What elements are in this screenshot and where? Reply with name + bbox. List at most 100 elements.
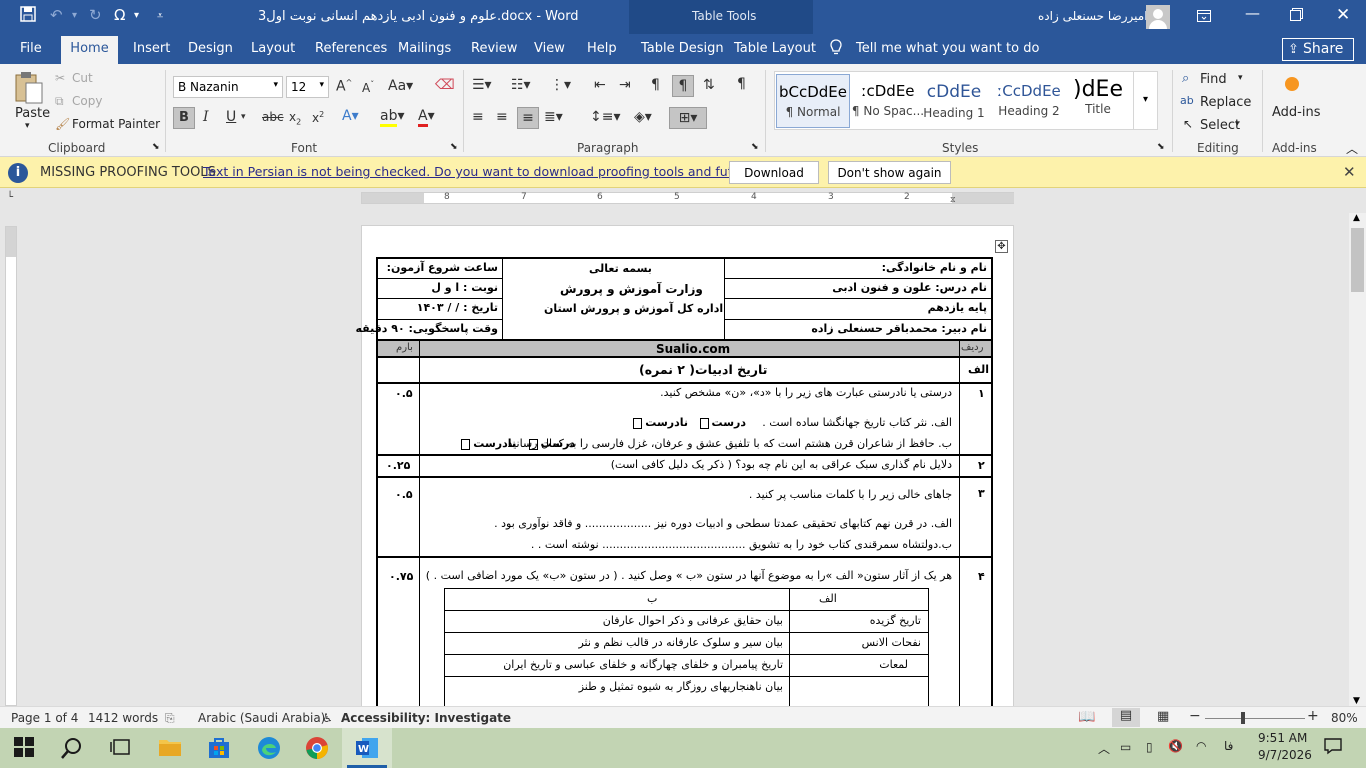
close-icon[interactable]: ✕ (1343, 163, 1356, 181)
align-left-icon[interactable]: ≡ (472, 109, 484, 125)
tab-help[interactable]: Help (587, 41, 617, 56)
clock-time[interactable]: 9:51 AM (1258, 731, 1307, 745)
close-window-icon[interactable]: ✕ (1336, 5, 1350, 25)
paste-button[interactable]: Paste (15, 106, 50, 121)
grow-font-icon[interactable]: A^ (336, 78, 352, 95)
file-explorer-icon[interactable] (158, 736, 182, 760)
underline-dropdown-icon[interactable]: ▾ (241, 112, 246, 122)
message-link[interactable]: Text in Persian is not being checked. Do… (203, 164, 814, 179)
checkbox[interactable] (528, 438, 538, 450)
print-layout-icon[interactable]: ▤ (1112, 708, 1140, 727)
find-dropdown-icon[interactable]: ▾ (1238, 73, 1243, 83)
ltr-direction-icon[interactable]: ¶ (651, 77, 660, 93)
show-formatting-marks-icon[interactable]: ¶ (737, 76, 746, 92)
font-name-combo[interactable]: B Nazanin ▾ (173, 76, 283, 98)
rtl-direction-icon[interactable]: ¶ (672, 75, 694, 97)
tab-references[interactable]: References (315, 41, 387, 56)
multilevel-list-icon[interactable]: ⋮▾ (550, 77, 571, 93)
windows-start-icon[interactable] (13, 736, 37, 760)
paste-icon[interactable] (14, 71, 44, 108)
clipboard-launcher-icon[interactable]: ⬊ (152, 142, 160, 152)
checkbox[interactable] (699, 417, 709, 429)
tab-design[interactable]: Design (188, 41, 233, 56)
network-device-icon[interactable]: ▭ (1120, 740, 1131, 754)
maximize-icon[interactable] (1290, 7, 1303, 25)
zoom-level[interactable]: 80% (1331, 711, 1358, 725)
zoom-out-icon[interactable]: − (1189, 708, 1201, 724)
tell-me-search[interactable]: Tell me what you want to do (856, 41, 1039, 56)
share-button[interactable]: ⇪ Share (1282, 38, 1354, 61)
save-icon[interactable] (20, 6, 36, 26)
text-effects-icon[interactable]: A▾ (342, 108, 359, 124)
notification-center-icon[interactable] (1324, 737, 1342, 758)
clear-formatting-icon[interactable]: ⌫ (435, 77, 455, 93)
style-heading-1[interactable]: cDdEe Heading 1 (916, 74, 992, 128)
undo-dropdown-icon[interactable]: ▾ (72, 10, 77, 21)
edge-browser-icon[interactable] (257, 736, 281, 760)
style-normal[interactable]: bCcDdEe ¶ Normal (776, 74, 850, 128)
document-page[interactable]: نام و نام خانوادگی: نام درس: علون و فنون… (355, 225, 1014, 727)
tab-layout[interactable]: Layout (251, 41, 295, 56)
read-mode-icon[interactable]: 📖 (1078, 709, 1095, 725)
page-count[interactable]: Page 1 of 4 (11, 711, 78, 725)
format-painter-button[interactable]: Format Painter (72, 117, 160, 131)
find-button[interactable]: Find (1200, 72, 1227, 87)
symbol-dropdown-icon[interactable]: ▾ (134, 10, 139, 21)
underline-icon[interactable]: U (226, 109, 236, 125)
font-launcher-icon[interactable]: ⬊ (450, 142, 458, 152)
accessibility-status[interactable]: Accessibility: Investigate (341, 711, 511, 725)
tab-table-layout[interactable]: Table Layout (734, 41, 816, 56)
bold-icon[interactable]: B (173, 107, 195, 129)
paragraph-launcher-icon[interactable]: ⬊ (751, 142, 759, 152)
shrink-font-icon[interactable]: Aˇ (362, 80, 374, 95)
avatar[interactable] (1146, 5, 1170, 29)
task-view-icon[interactable] (109, 736, 133, 760)
line-spacing-icon[interactable]: ↕≡▾ (590, 109, 621, 125)
clock-date[interactable]: 9/7/2026 (1258, 748, 1312, 762)
customize-quick-access-icon[interactable]: ⩡ (157, 9, 163, 23)
web-layout-icon[interactable]: ▦ (1157, 709, 1169, 724)
vertical-ruler[interactable] (5, 226, 17, 706)
cut-button[interactable]: Cut (72, 71, 93, 85)
indent-marker-icon[interactable]: ⧖ (950, 195, 956, 205)
style-title[interactable]: )dEe Title (1065, 74, 1131, 128)
increase-indent-icon[interactable]: ⇥ (619, 77, 631, 93)
undo-icon[interactable]: ↶ (50, 6, 63, 24)
align-right-icon[interactable]: ≡ (517, 107, 539, 129)
search-icon[interactable] (60, 736, 84, 760)
checkbox[interactable] (461, 438, 471, 450)
download-button[interactable]: Download (729, 161, 819, 184)
scrollbar-thumb[interactable] (1351, 228, 1364, 292)
select-dropdown-icon[interactable]: ▾ (1235, 119, 1240, 129)
subscript-icon[interactable]: x2 (289, 110, 301, 126)
collapse-ribbon-icon[interactable]: ︿ (1346, 140, 1358, 157)
replace-button[interactable]: Replace (1200, 95, 1251, 110)
font-color-icon[interactable]: A▾ (418, 108, 435, 127)
omega-symbol-icon[interactable]: Ω (114, 6, 125, 24)
styles-more-icon[interactable]: ▾ (1133, 72, 1157, 129)
strikethrough-icon[interactable]: abc (262, 110, 284, 124)
borders-icon[interactable]: ⊞▾ (669, 107, 707, 129)
align-center-icon[interactable]: ≡ (496, 109, 508, 125)
decrease-indent-icon[interactable]: ⇤ (594, 77, 606, 93)
addins-button[interactable]: Add-ins (1272, 105, 1320, 120)
show-hidden-icons-icon[interactable]: ︿ (1098, 740, 1110, 757)
paste-dropdown-icon[interactable]: ▾ (25, 121, 30, 131)
keyboard-language[interactable]: فا (1224, 739, 1233, 753)
tab-home[interactable]: Home (61, 36, 118, 64)
dont-show-again-button[interactable]: Don't show again (828, 161, 951, 184)
shading-icon[interactable]: ◈▾ (634, 109, 652, 125)
minimize-icon[interactable]: — (1245, 4, 1260, 22)
tab-insert[interactable]: Insert (133, 41, 170, 56)
table-move-handle-icon[interactable]: ✥ (995, 240, 1008, 253)
change-case-icon[interactable]: Aa▾ (388, 78, 413, 94)
horizontal-ruler[interactable]: 8 7 6 5 4 3 2 ⧖ (361, 192, 1014, 204)
font-size-combo[interactable]: 12 ▾ (286, 76, 329, 98)
copy-button[interactable]: Copy (72, 94, 102, 108)
tab-mailings[interactable]: Mailings (398, 41, 451, 56)
volume-muted-icon[interactable]: 🔇 (1168, 739, 1183, 753)
zoom-slider-thumb[interactable] (1241, 712, 1245, 724)
tab-table-design[interactable]: Table Design (641, 41, 724, 56)
justify-icon[interactable]: ≣▾ (544, 109, 563, 125)
user-name[interactable]: امیررضا حسنعلی زاده (1038, 9, 1148, 23)
